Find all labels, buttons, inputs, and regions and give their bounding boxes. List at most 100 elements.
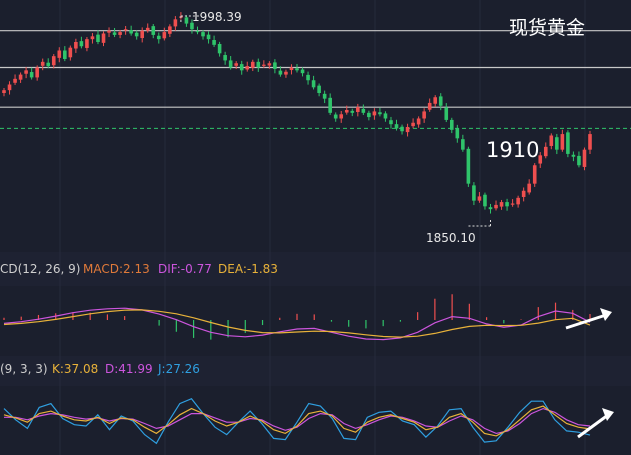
- candle-up: [499, 202, 504, 207]
- candle-up: [560, 134, 565, 150]
- candle-up: [494, 204, 498, 209]
- candle-up: [527, 183, 531, 193]
- candle-down: [217, 43, 222, 54]
- candle-down: [212, 40, 216, 45]
- j-value: J:27.26: [158, 362, 200, 376]
- candle-down: [566, 132, 570, 154]
- candle-up: [173, 19, 178, 27]
- dea-value: DEA:-1.83: [218, 262, 278, 276]
- candle-down: [228, 60, 233, 68]
- candle-up: [582, 149, 587, 167]
- candle-down: [295, 68, 299, 71]
- candle-down: [555, 137, 559, 150]
- candle-down: [239, 64, 244, 71]
- candle-down: [134, 32, 139, 37]
- candle-down: [184, 17, 189, 24]
- candle-up: [549, 135, 554, 146]
- candle-up: [24, 70, 28, 74]
- candle-up: [123, 29, 128, 31]
- high-price-label: 1998.39: [192, 10, 242, 24]
- candle-up: [234, 63, 238, 66]
- candle-up: [18, 74, 23, 80]
- candle-up: [284, 71, 288, 75]
- candle-down: [206, 34, 211, 40]
- candle-up: [162, 32, 167, 39]
- candle-down: [322, 93, 327, 99]
- candle-up: [405, 127, 410, 133]
- candle-up: [118, 32, 122, 35]
- candle-down: [151, 26, 156, 35]
- candle-up: [339, 114, 344, 119]
- candle-up: [40, 61, 45, 66]
- kdj-panel-name: (9, 3, 3): [0, 362, 48, 376]
- candle-down: [46, 62, 51, 67]
- candle-up: [57, 50, 62, 58]
- candle-down: [449, 119, 454, 130]
- candle-up: [245, 66, 250, 70]
- candle-up: [344, 110, 349, 113]
- candle-up: [90, 36, 95, 40]
- candle-up: [85, 39, 89, 48]
- candle-up: [68, 47, 73, 58]
- chart-stage: 现货黄金 1998.39 1850.10 1910 CD(12, 26, 9) …: [0, 0, 631, 455]
- candle-up: [372, 111, 377, 116]
- candle-down: [63, 50, 67, 59]
- candle-up: [51, 56, 56, 66]
- candle-up: [422, 111, 426, 119]
- candle-up: [107, 30, 111, 33]
- candle-down: [278, 70, 283, 75]
- candle-up: [510, 203, 515, 205]
- macd-value: MACD:2.13: [83, 262, 150, 276]
- candle-down: [223, 55, 227, 61]
- candle-down: [317, 85, 321, 93]
- candle-up: [516, 197, 520, 205]
- candle-up: [416, 118, 421, 125]
- candle-up: [588, 134, 592, 150]
- candle-up: [356, 107, 360, 112]
- candle-down: [378, 112, 382, 115]
- candle-down: [394, 124, 399, 129]
- candle-down: [577, 155, 581, 166]
- candle-down: [438, 96, 443, 106]
- candle-down: [472, 185, 476, 201]
- candle-down: [461, 139, 465, 150]
- candle-down: [444, 107, 449, 120]
- kdj-panel-bg: [0, 386, 631, 455]
- dif-value: DIF:-0.77: [158, 262, 212, 276]
- candle-up: [543, 146, 548, 157]
- candle-up: [427, 102, 432, 110]
- candle-down: [129, 30, 133, 34]
- candle-down: [300, 69, 305, 74]
- candle-down: [367, 112, 371, 118]
- candle-down: [488, 207, 493, 210]
- macd-panel-bg: [0, 286, 631, 356]
- chart-canvas: [0, 0, 631, 455]
- candle-up: [74, 42, 78, 49]
- candle-down: [383, 113, 388, 119]
- macd-panel-name: CD(12, 26, 9): [0, 262, 81, 276]
- candle-down: [311, 80, 316, 88]
- candle-down: [389, 120, 393, 125]
- candle-up: [289, 67, 294, 71]
- candle-up: [13, 78, 17, 83]
- candle-down: [400, 126, 404, 132]
- candle-up: [101, 33, 106, 43]
- candle-down: [256, 61, 261, 68]
- candle-up: [145, 27, 150, 31]
- candle-down: [96, 34, 100, 42]
- candle-down: [29, 72, 34, 78]
- candle-up: [168, 26, 172, 34]
- candle-down: [350, 110, 355, 113]
- candle-down: [201, 32, 205, 37]
- candle-up: [140, 30, 145, 39]
- candle-down: [306, 74, 310, 81]
- candle-down: [79, 41, 84, 47]
- candle-down: [195, 30, 200, 33]
- low-price-label: 1850.10: [426, 231, 476, 245]
- level-label-1910: 1910: [486, 138, 540, 162]
- candle-down: [156, 35, 161, 40]
- candle-up: [35, 67, 39, 78]
- candle-down: [112, 32, 117, 35]
- candle-down: [333, 114, 338, 119]
- candle-down: [483, 194, 487, 207]
